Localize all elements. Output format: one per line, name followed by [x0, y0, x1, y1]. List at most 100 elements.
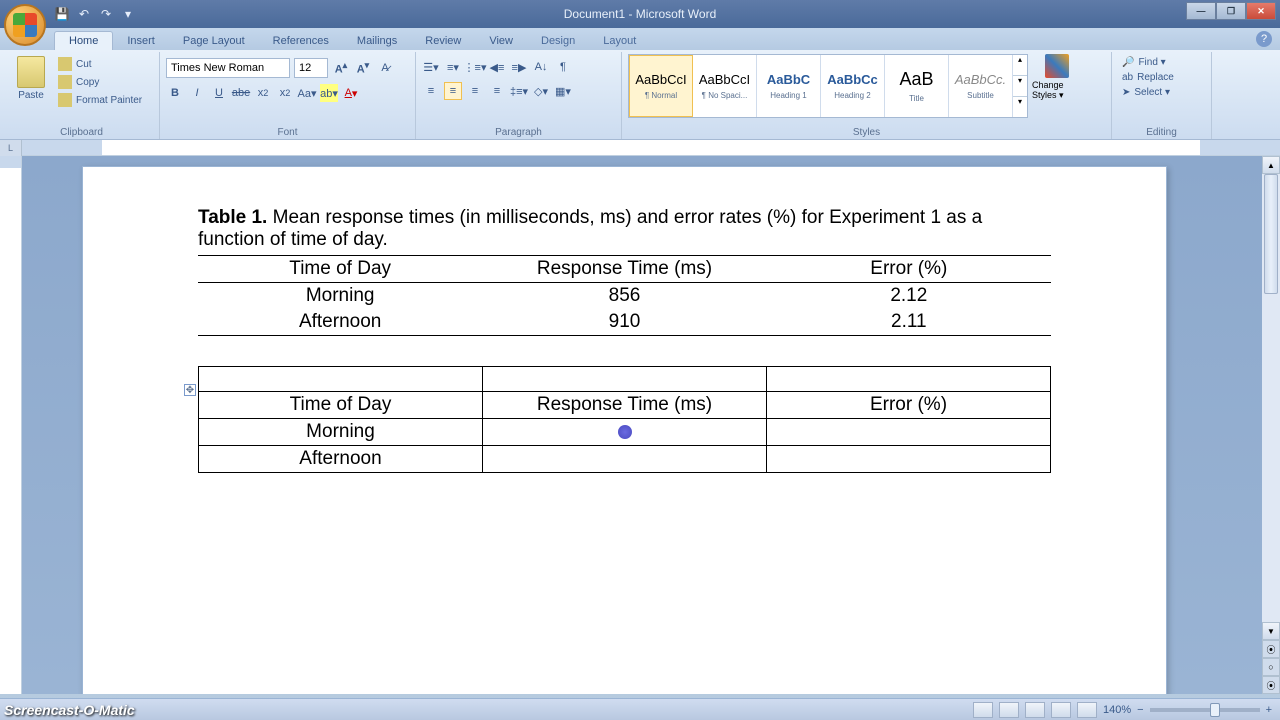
scroll-track[interactable]: [1262, 174, 1280, 622]
help-icon[interactable]: ?: [1256, 31, 1272, 47]
save-icon[interactable]: 💾: [54, 6, 70, 22]
decrease-indent-button[interactable]: ◀≡: [488, 58, 506, 76]
vertical-ruler[interactable]: [0, 156, 22, 694]
italic-button[interactable]: I: [188, 84, 206, 102]
style-title[interactable]: AaBTitle: [885, 55, 949, 117]
horizontal-ruler[interactable]: L: [0, 140, 1280, 156]
tab-design[interactable]: Design: [527, 32, 589, 50]
tab-references[interactable]: References: [259, 32, 343, 50]
clear-formatting-button[interactable]: A̷: [376, 59, 394, 77]
superscript-button[interactable]: x2: [276, 84, 294, 102]
select-button[interactable]: ➤Select ▾: [1118, 86, 1205, 99]
borders-button[interactable]: ▦▾: [554, 82, 572, 100]
cell[interactable]: [483, 419, 767, 446]
styles-gallery[interactable]: AaBbCcI¶ Normal AaBbCcI¶ No Spaci... AaB…: [628, 54, 1028, 118]
highlight-button[interactable]: ab▾: [320, 84, 338, 102]
align-center-button[interactable]: ≡: [444, 82, 462, 100]
tab-mailings[interactable]: Mailings: [343, 32, 411, 50]
cell[interactable]: Morning: [199, 419, 483, 446]
header-time: Time of Day: [198, 256, 482, 283]
scroll-down-icon[interactable]: ▼: [1262, 622, 1280, 640]
copy-button[interactable]: Copy: [56, 74, 144, 90]
tab-home[interactable]: Home: [54, 31, 113, 50]
zoom-level[interactable]: 140%: [1103, 704, 1131, 716]
scroll-up-icon[interactable]: ▲: [1262, 156, 1280, 174]
minimize-button[interactable]: —: [1186, 2, 1216, 20]
font-name-select[interactable]: [166, 58, 290, 78]
gallery-down-icon[interactable]: ▾: [1013, 76, 1027, 97]
qat-dropdown-icon[interactable]: ▾: [120, 6, 136, 22]
zoom-slider[interactable]: [1150, 708, 1260, 712]
find-button[interactable]: 🔎Find ▾: [1118, 56, 1205, 69]
font-size-select[interactable]: [294, 58, 328, 78]
font-color-button[interactable]: A▾: [342, 84, 360, 102]
format-painter-button[interactable]: Format Painter: [56, 92, 144, 108]
tab-page-layout[interactable]: Page Layout: [169, 32, 259, 50]
numbering-button[interactable]: ≡▾: [444, 58, 462, 76]
brush-icon: [58, 93, 72, 107]
tab-layout[interactable]: Layout: [589, 32, 650, 50]
document-scroll[interactable]: Table 1. Mean response times (in millise…: [22, 156, 1262, 694]
outline-view-button[interactable]: [1051, 702, 1071, 718]
office-button[interactable]: [4, 4, 46, 46]
cell[interactable]: Response Time (ms): [483, 392, 767, 419]
paste-button[interactable]: Paste: [10, 54, 52, 101]
tab-insert[interactable]: Insert: [113, 32, 169, 50]
table-move-handle[interactable]: ✥: [184, 384, 196, 396]
bullets-button[interactable]: ☰▾: [422, 58, 440, 76]
subscript-button[interactable]: x2: [254, 84, 272, 102]
undo-icon[interactable]: ↶: [76, 6, 92, 22]
cell-active[interactable]: Afternoon: [199, 446, 483, 473]
close-button[interactable]: ✕: [1246, 2, 1276, 20]
tab-view[interactable]: View: [475, 32, 527, 50]
grow-font-button[interactable]: A▴: [332, 59, 350, 77]
style-heading1[interactable]: AaBbCHeading 1: [757, 55, 821, 117]
bold-button[interactable]: B: [166, 84, 184, 102]
shading-button[interactable]: ◇▾: [532, 82, 550, 100]
prev-page-icon[interactable]: ⦿: [1262, 640, 1280, 658]
zoom-in-button[interactable]: +: [1266, 704, 1272, 716]
vertical-scrollbar[interactable]: ▲ ▼ ⦿ ○ ⦿: [1262, 156, 1280, 694]
change-case-button[interactable]: Aa▾: [298, 84, 316, 102]
gallery-up-icon[interactable]: ▴: [1013, 55, 1027, 76]
zoom-out-button[interactable]: −: [1137, 704, 1143, 716]
browse-object-icon[interactable]: ○: [1262, 658, 1280, 676]
cell[interactable]: Error (%): [767, 392, 1051, 419]
justify-button[interactable]: ≡: [488, 82, 506, 100]
replace-button[interactable]: abReplace: [1118, 71, 1205, 84]
underline-button[interactable]: U: [210, 84, 228, 102]
line-spacing-button[interactable]: ‡≡▾: [510, 82, 528, 100]
increase-indent-button[interactable]: ≡▶: [510, 58, 528, 76]
align-right-button[interactable]: ≡: [466, 82, 484, 100]
draft-view-button[interactable]: [1077, 702, 1097, 718]
maximize-button[interactable]: ❐: [1216, 2, 1246, 20]
style-subtitle[interactable]: AaBbCc.Subtitle: [949, 55, 1013, 117]
change-styles-button[interactable]: Change Styles ▾: [1032, 54, 1082, 101]
shrink-font-button[interactable]: A▾: [354, 59, 372, 77]
show-marks-button[interactable]: ¶: [554, 58, 572, 76]
full-screen-view-button[interactable]: [999, 702, 1019, 718]
sort-button[interactable]: A↓: [532, 58, 550, 76]
style-heading2[interactable]: AaBbCcHeading 2: [821, 55, 885, 117]
style-no-spacing[interactable]: AaBbCcI¶ No Spaci...: [693, 55, 757, 117]
cell[interactable]: [767, 446, 1051, 473]
next-page-icon[interactable]: ⦿: [1262, 676, 1280, 694]
print-layout-view-button[interactable]: [973, 702, 993, 718]
strikethrough-button[interactable]: abe: [232, 84, 250, 102]
redo-icon[interactable]: ↷: [98, 6, 114, 22]
cut-button[interactable]: Cut: [56, 56, 144, 72]
cell[interactable]: Time of Day: [199, 392, 483, 419]
cell[interactable]: [483, 446, 767, 473]
align-left-button[interactable]: ≡: [422, 82, 440, 100]
ruler-corner[interactable]: L: [0, 140, 22, 156]
multilevel-button[interactable]: ⋮≡▾: [466, 58, 484, 76]
tab-review[interactable]: Review: [411, 32, 475, 50]
gallery-more-icon[interactable]: ▾: [1013, 97, 1027, 117]
zoom-thumb[interactable]: [1210, 703, 1220, 717]
web-layout-view-button[interactable]: [1025, 702, 1045, 718]
cell[interactable]: [767, 419, 1051, 446]
page[interactable]: Table 1. Mean response times (in millise…: [82, 166, 1167, 694]
scroll-thumb[interactable]: [1264, 174, 1278, 294]
editing-table[interactable]: Time of Day Response Time (ms) Error (%)…: [198, 366, 1051, 473]
style-normal[interactable]: AaBbCcI¶ Normal: [629, 55, 693, 117]
